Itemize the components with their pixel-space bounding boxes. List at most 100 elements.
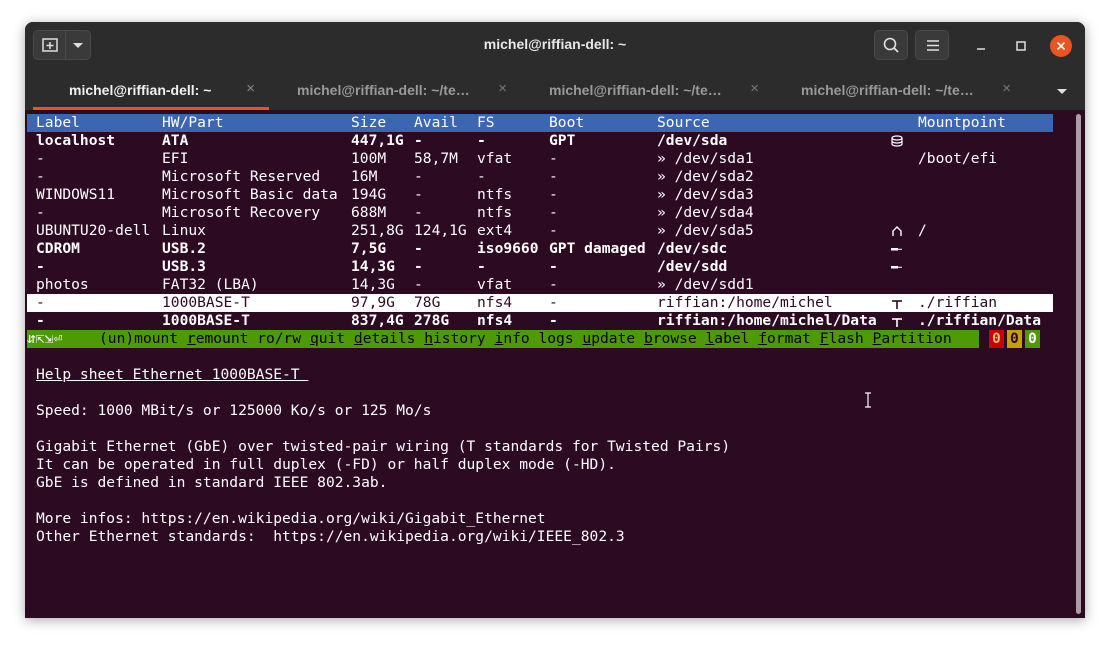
cell-size: 447,1G	[351, 132, 404, 149]
cell-boot: -	[549, 204, 558, 221]
menu-item-label: mount	[134, 330, 179, 347]
cell-hw: EFI	[162, 150, 189, 167]
cell-size: 97,9G	[351, 294, 395, 311]
cell-size: 194G	[351, 186, 387, 203]
menu-item-label: rowse	[652, 330, 697, 347]
cell-fs: iso9660	[477, 240, 539, 257]
cell-hw: USB.2	[162, 240, 206, 257]
table-row[interactable]: - Microsoft Recovery 688M - ntfs - » /dev/sda4	[27, 204, 1053, 222]
tab-close-icon[interactable]: ×	[246, 80, 255, 97]
table-row[interactable]: CDROM USB.2 7,5G - iso9660 GPT damaged/dev/sd…	[27, 240, 1053, 258]
menu-item[interactable]: history	[415, 330, 486, 347]
help-more-infos: More infos: https://en.wikipedia.org/wik…	[36, 510, 546, 527]
menu-item[interactable]: remount	[178, 330, 249, 347]
menu-item-hotkey: r	[186, 330, 196, 347]
minimize-icon	[977, 48, 985, 50]
cell-avail: 124,1G	[414, 222, 467, 239]
table-row[interactable]: - 1000BASE-T 97,9G 78G nfs4 - riffian:/home/mi…	[27, 294, 1053, 312]
menu-item-hotkey: f	[758, 330, 768, 347]
col-source-header: Source	[657, 114, 710, 131]
menu-item[interactable]: details	[345, 330, 416, 347]
navigation-arrows-icon: ⇵⇱⇲⏎	[27, 330, 63, 348]
cell-source: riffian:/home/michel	[657, 294, 833, 311]
help-heading: Help sheet Ethernet 1000BASE-T	[36, 366, 309, 383]
table-row[interactable]: WINDOWS11 Microsoft Basic data 194G - ntfs - »…	[27, 186, 1053, 204]
cell-mountpoint: /	[918, 222, 927, 239]
table-row[interactable]: - 1000BASE-T 837,4G 278G nfs4 - riffian:/home/…	[27, 312, 1053, 330]
chevron-down-icon	[1057, 89, 1067, 94]
cell-source: » /dev/sda5	[657, 222, 754, 239]
menu-item-label: abel	[714, 330, 750, 347]
menu-item[interactable]: quit	[301, 330, 345, 347]
cell-label: -	[36, 258, 45, 275]
status-indicator-red: 0	[989, 330, 1004, 348]
menu-item[interactable]: label	[697, 330, 750, 347]
menu-item[interactable]: Partition	[864, 330, 952, 347]
cell-avail: -	[414, 240, 423, 257]
cell-fs: -	[477, 132, 486, 149]
col-label-header: Label	[36, 114, 80, 131]
cell-label: localhost	[36, 132, 116, 149]
cell-source: » /dev/sdd1	[657, 276, 754, 293]
cell-fs: vfat	[477, 276, 513, 293]
cell-hw: Microsoft Reserved	[162, 168, 321, 185]
cell-source: /dev/sda	[657, 132, 728, 149]
menu-item[interactable]: update	[574, 330, 635, 347]
menu-item[interactable]: format	[749, 330, 811, 347]
cell-boot: -	[549, 222, 558, 239]
tab-3[interactable]: michel@riffian-dell: ~/te… ×	[529, 68, 781, 110]
search-button[interactable]	[874, 30, 908, 60]
cell-label: -	[36, 294, 45, 311]
cell-mountpoint: ./riffian/Data	[918, 312, 1042, 329]
cell-boot: GPT damaged	[549, 240, 646, 257]
hamburger-menu-button[interactable]	[915, 30, 949, 60]
menu-item-hotkey: l	[705, 330, 715, 347]
cell-source: » /dev/sda4	[657, 204, 754, 221]
col-size-header: Size	[351, 114, 387, 131]
cell-fs: vfat	[477, 150, 513, 167]
menu-item[interactable]: browse	[635, 330, 697, 347]
close-button[interactable]	[1050, 35, 1072, 57]
cell-avail: 278G	[414, 312, 450, 329]
table-row[interactable]: - USB.3 14,3G - - - /dev/sdd	[27, 258, 1053, 276]
tab-1[interactable]: michel@riffian-dell: ~ ×	[25, 68, 277, 110]
tab-list-button[interactable]	[1055, 84, 1069, 94]
maximize-button[interactable]	[1010, 35, 1032, 57]
search-icon	[883, 37, 899, 53]
tab-label: michel@riffian-dell: ~/te…	[297, 82, 470, 98]
table-row[interactable]: localhost ATA 447,1G - - GPT/dev/sda	[27, 132, 1053, 150]
menu-item[interactable]: Flash	[811, 330, 864, 347]
terminal-content[interactable]: Label HW/Part Size Avail FS Boot Source …	[25, 110, 1085, 618]
cell-fs: ntfs	[477, 204, 513, 221]
menu-item-label: etails	[362, 330, 416, 347]
scrollbar[interactable]	[1076, 114, 1081, 614]
tab-close-icon[interactable]: ×	[1002, 80, 1011, 97]
cell-boot: -	[549, 258, 558, 275]
tab-bar: michel@riffian-dell: ~ × michel@riffian-…	[25, 68, 1085, 110]
table-row[interactable]: UBUNTU20-dell Linux 251,8G 124,1G ext4 - » /de…	[27, 222, 1053, 240]
menu-item[interactable]: ro/rw	[248, 330, 301, 347]
cell-size: 688M	[351, 204, 387, 221]
menu-item-hotkey: d	[353, 330, 363, 347]
tab-2[interactable]: michel@riffian-dell: ~/te… ×	[277, 68, 529, 110]
cell-mountpoint: ./riffian	[918, 294, 998, 311]
cell-boot: -	[549, 186, 558, 203]
cell-fs: -	[477, 258, 486, 275]
tab-4[interactable]: michel@riffian-dell: ~/te… ×	[781, 68, 1033, 110]
menu-item[interactable]: (un)mount	[99, 330, 178, 347]
table-row[interactable]: photos FAT32 (LBA) 14,3G - vfat - » /dev/sdd1	[27, 276, 1053, 294]
menu-item-hotkey: i	[494, 330, 504, 347]
menu-item-hotkey: u	[582, 330, 592, 347]
cell-avail: 78G	[414, 294, 441, 311]
table-row[interactable]: - EFI 100M 58,7M vfat - » /dev/sda1/boot/efi	[27, 150, 1053, 168]
menu-item[interactable]: logs	[530, 330, 573, 347]
table-row[interactable]: - Microsoft Reserved 16M - - - » /dev/sda2	[27, 168, 1053, 186]
terminal-window: michel@riffian-dell: ~ michel@riffian-de…	[25, 22, 1085, 618]
cell-label: WINDOWS11	[36, 186, 116, 203]
cell-avail: -	[414, 132, 423, 149]
tab-close-icon[interactable]: ×	[750, 80, 759, 97]
tab-close-icon[interactable]: ×	[498, 80, 507, 97]
cell-hw: Linux	[162, 222, 206, 239]
menu-item[interactable]: info	[486, 330, 530, 347]
minimize-button[interactable]	[970, 35, 992, 57]
